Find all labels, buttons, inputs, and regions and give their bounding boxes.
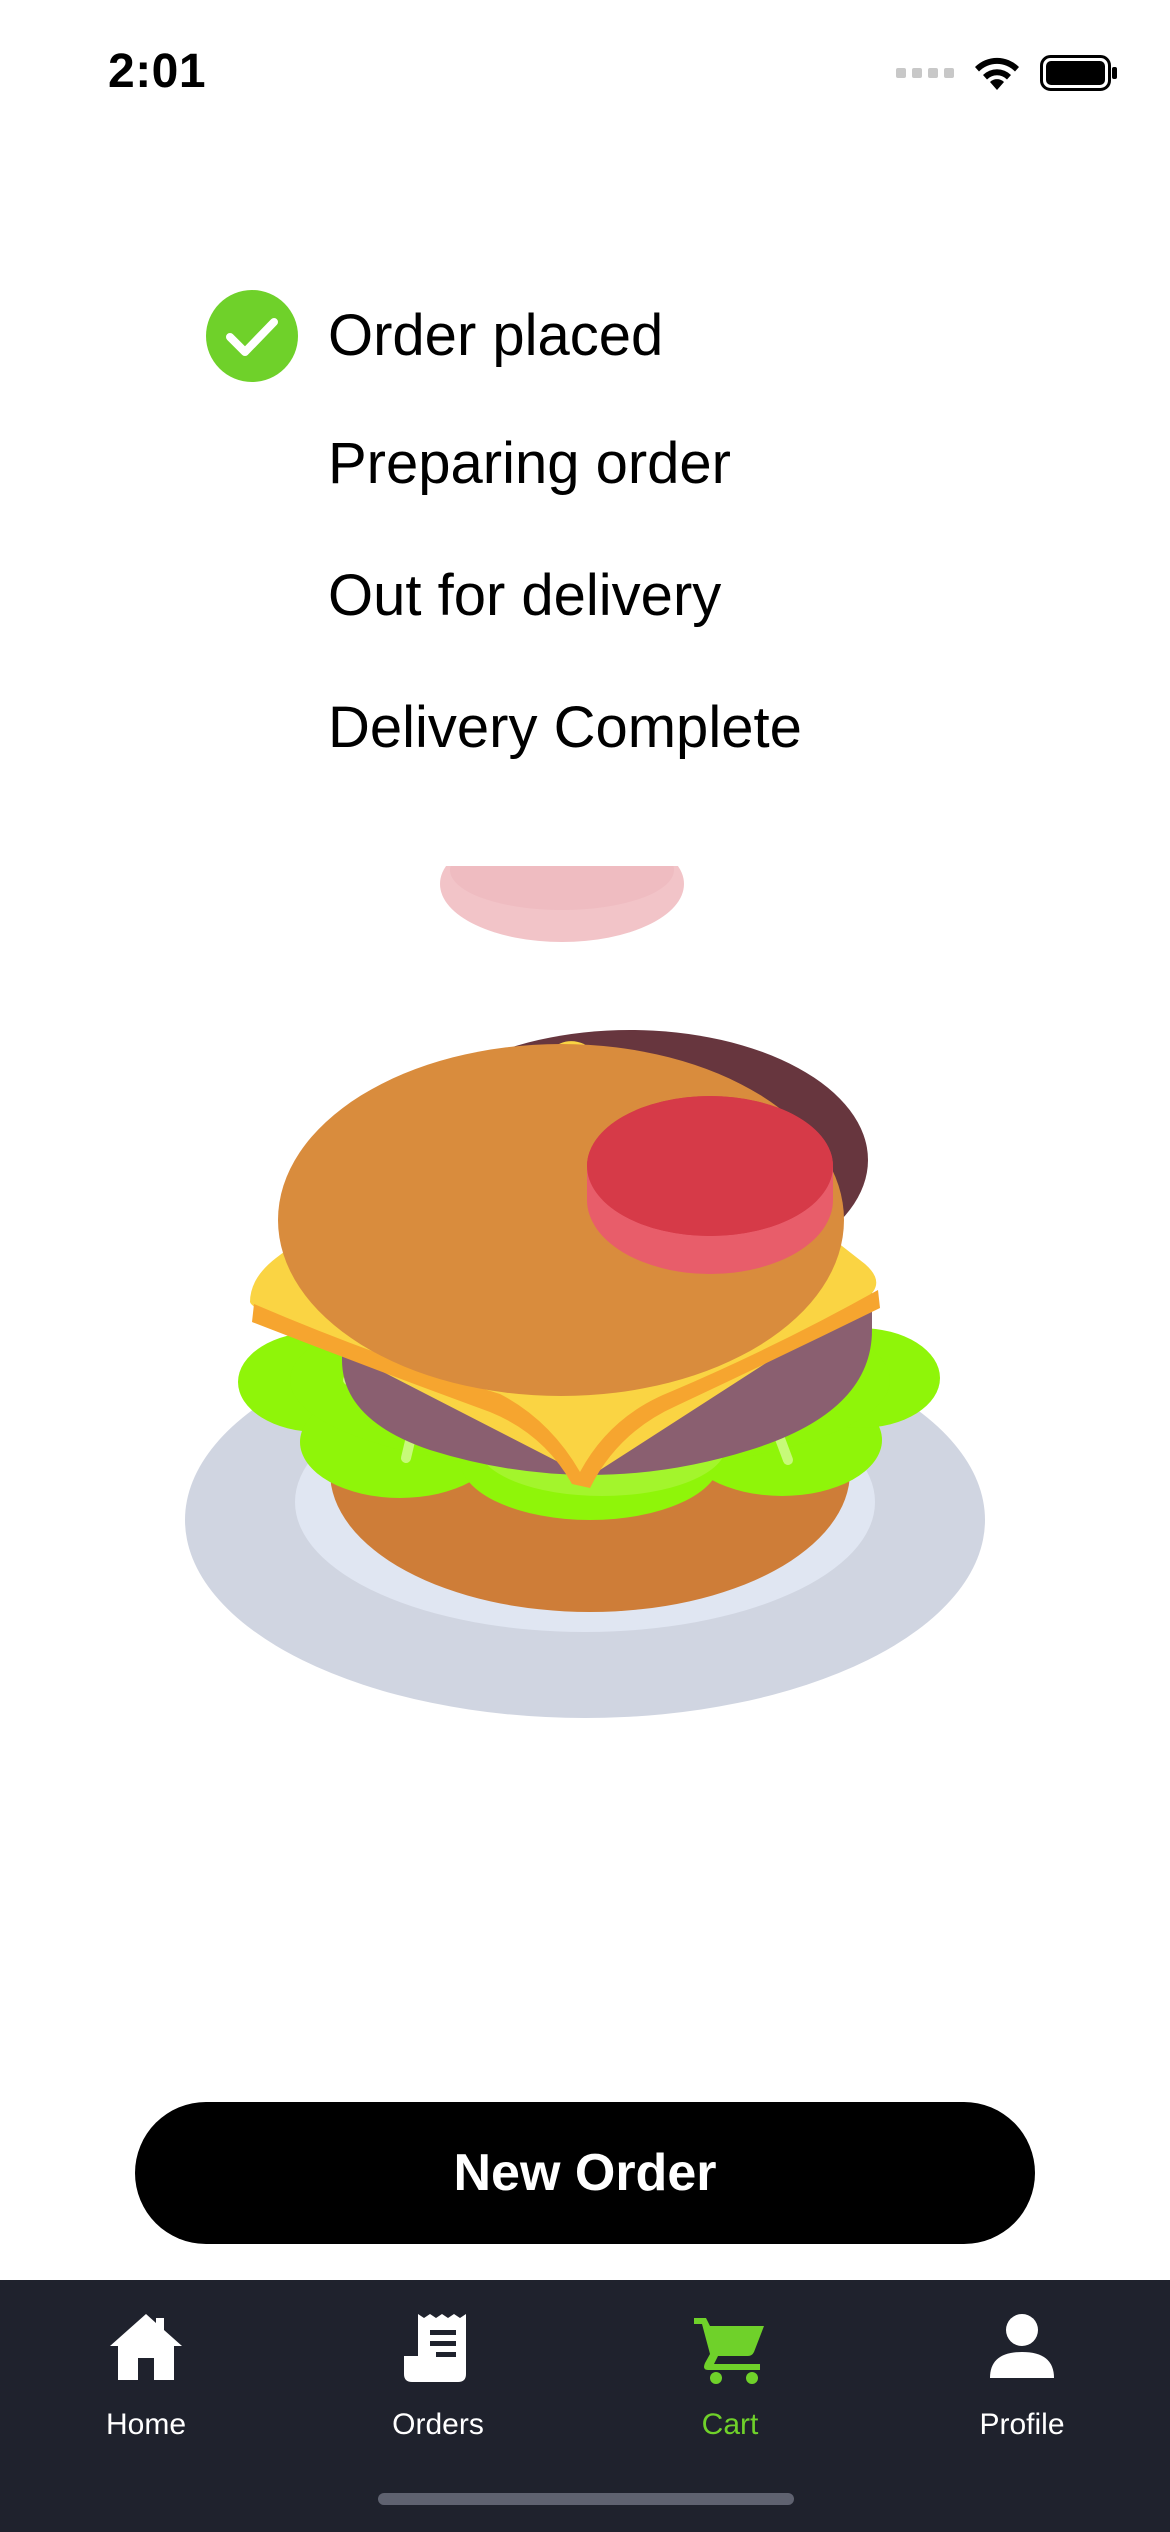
receipt-icon	[404, 2314, 466, 2382]
burger-illustration	[185, 866, 985, 1718]
wifi-icon	[975, 57, 1019, 90]
cellular-signal-icon	[896, 68, 954, 78]
tab-home-label: Home	[105, 2408, 187, 2441]
tab-profile[interactable]: Profile	[876, 2280, 1168, 2480]
person-icon	[990, 2314, 1054, 2378]
cart-icon	[694, 2318, 764, 2384]
home-indicator[interactable]	[378, 2493, 794, 2505]
status-icons	[896, 48, 1118, 98]
check-circle-icon	[206, 290, 298, 382]
tab-home[interactable]: Home	[0, 2280, 292, 2480]
step-order-placed: Order placed	[328, 303, 664, 368]
status-time: 2:01	[108, 45, 207, 98]
tab-cart[interactable]: Cart	[584, 2280, 876, 2480]
home-icon	[110, 2314, 182, 2380]
step-out-for-delivery: Out for delivery	[328, 563, 722, 628]
tab-orders[interactable]: Orders	[292, 2280, 584, 2480]
tab-profile-label: Profile	[979, 2408, 1065, 2441]
step-delivery-complete: Delivery Complete	[328, 695, 802, 760]
step-preparing-order: Preparing order	[328, 431, 731, 496]
tab-cart-label: Cart	[701, 2408, 759, 2441]
new-order-button[interactable]: New Order	[135, 2102, 1035, 2244]
battery-icon	[1040, 55, 1117, 91]
tab-orders-label: Orders	[392, 2408, 484, 2441]
status-bar: 2:01	[0, 0, 1170, 150]
